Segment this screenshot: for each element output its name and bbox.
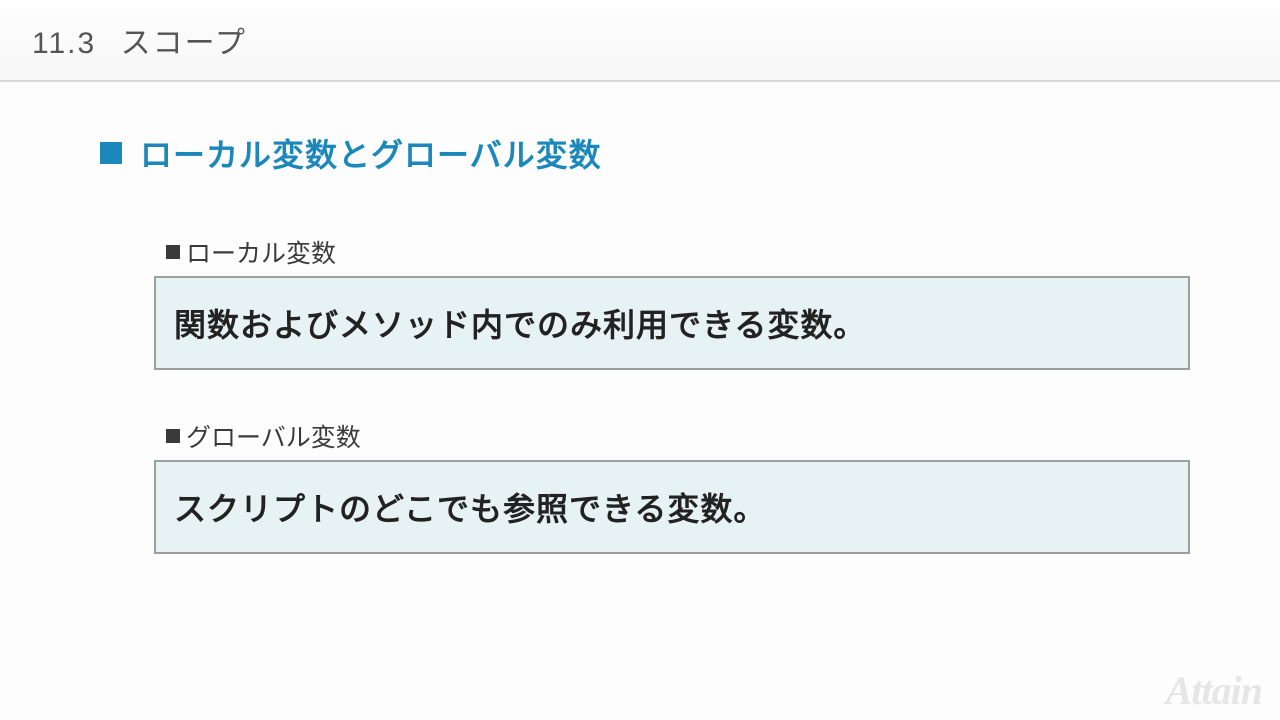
sub-label-row: ローカル変数: [166, 234, 1190, 270]
section-title: ローカル変数とグローバル変数: [140, 130, 602, 176]
sub-label-row: グローバル変数: [166, 418, 1190, 454]
section-title-row: ローカル変数とグローバル変数: [100, 130, 1190, 176]
slide-content: ローカル変数とグローバル変数 ローカル変数 関数およびメソッド内でのみ利用できる…: [0, 82, 1280, 554]
bullet-square-icon: [100, 142, 122, 164]
sub-label-global: グローバル変数: [186, 418, 361, 454]
small-bullet-icon: [166, 429, 180, 443]
subsection-local: ローカル変数 関数およびメソッド内でのみ利用できる変数。: [154, 234, 1190, 370]
definition-text-global: スクリプトのどこでも参照できる変数。: [174, 484, 1170, 530]
definition-box-local: 関数およびメソッド内でのみ利用できる変数。: [154, 276, 1190, 370]
watermark-logo: Attain: [1166, 667, 1262, 714]
small-bullet-icon: [166, 245, 180, 259]
definition-text-local: 関数およびメソッド内でのみ利用できる変数。: [174, 300, 1170, 346]
sub-label-local: ローカル変数: [186, 234, 336, 270]
header-number: 11.3: [32, 27, 96, 60]
slide-header: 11.3 スコープ: [0, 0, 1280, 82]
definition-box-global: スクリプトのどこでも参照できる変数。: [154, 460, 1190, 554]
header-title: スコープ: [121, 27, 247, 60]
subsection-global: グローバル変数 スクリプトのどこでも参照できる変数。: [154, 418, 1190, 554]
